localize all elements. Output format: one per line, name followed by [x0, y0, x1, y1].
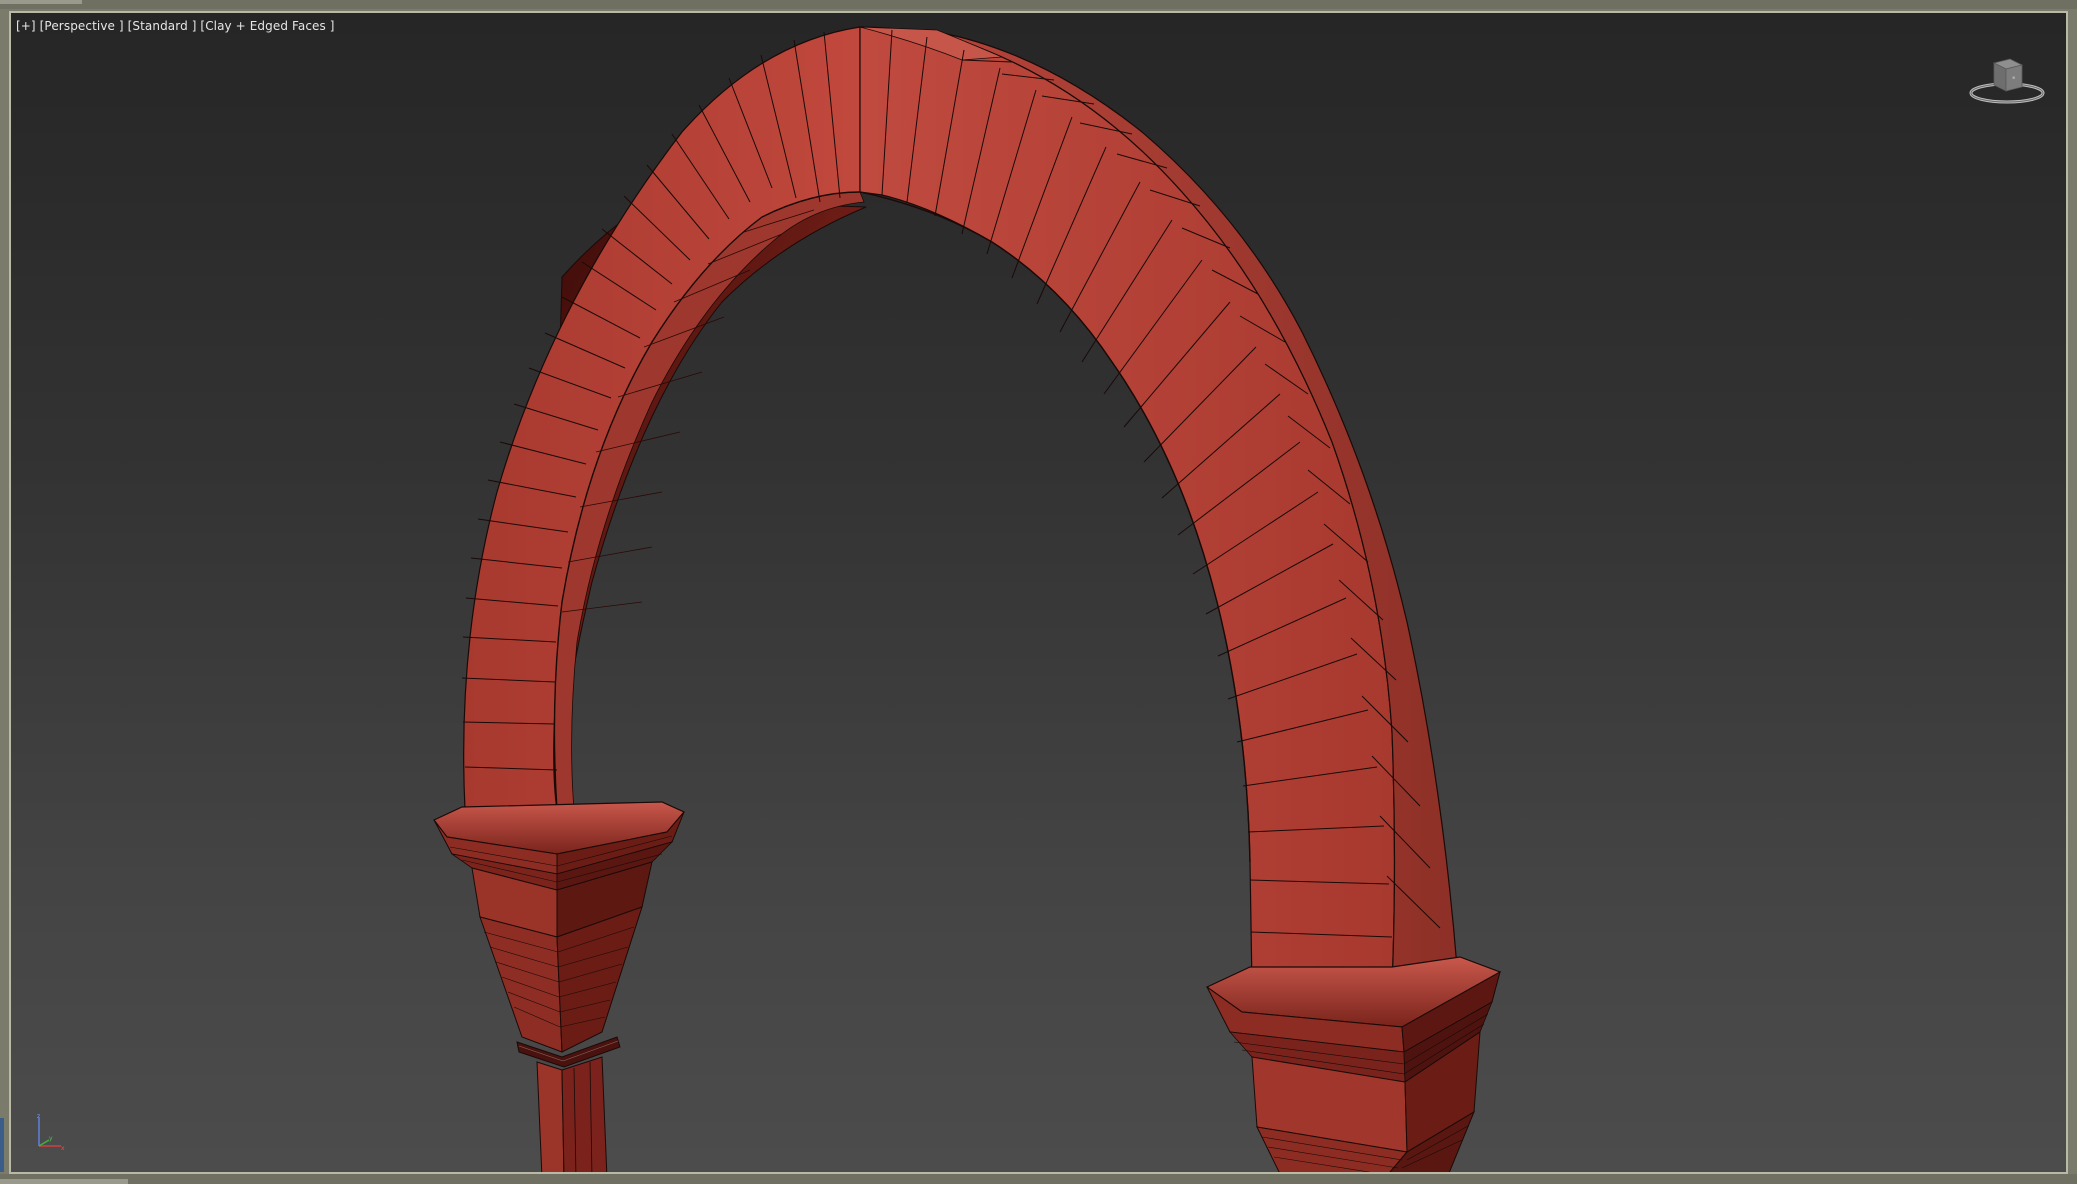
arch-front-left — [463, 26, 861, 811]
axis-tripod-icon: z x y — [37, 1113, 65, 1152]
svg-text:x: x — [61, 1145, 65, 1152]
window-bottom-strip — [0, 1174, 2077, 1184]
status-tab[interactable] — [0, 1179, 128, 1184]
svg-text:y: y — [49, 1135, 53, 1142]
left-panel-edge[interactable] — [0, 1118, 4, 1172]
viewport-tab[interactable] — [0, 0, 82, 4]
arch-model[interactable] — [9, 11, 2068, 1174]
window-top-strip — [0, 0, 2077, 9]
viewcube-icon[interactable]: ▪ — [1964, 49, 2050, 109]
perspective-viewport[interactable]: [+] [Perspective ] [Standard ] [Clay + E… — [9, 11, 2068, 1174]
arch-front-right — [859, 26, 1396, 988]
svg-text:▪: ▪ — [2012, 75, 2015, 81]
left-capital — [433, 801, 685, 1172]
right-capital — [1205, 956, 1502, 1172]
svg-text:z: z — [37, 1113, 40, 1120]
